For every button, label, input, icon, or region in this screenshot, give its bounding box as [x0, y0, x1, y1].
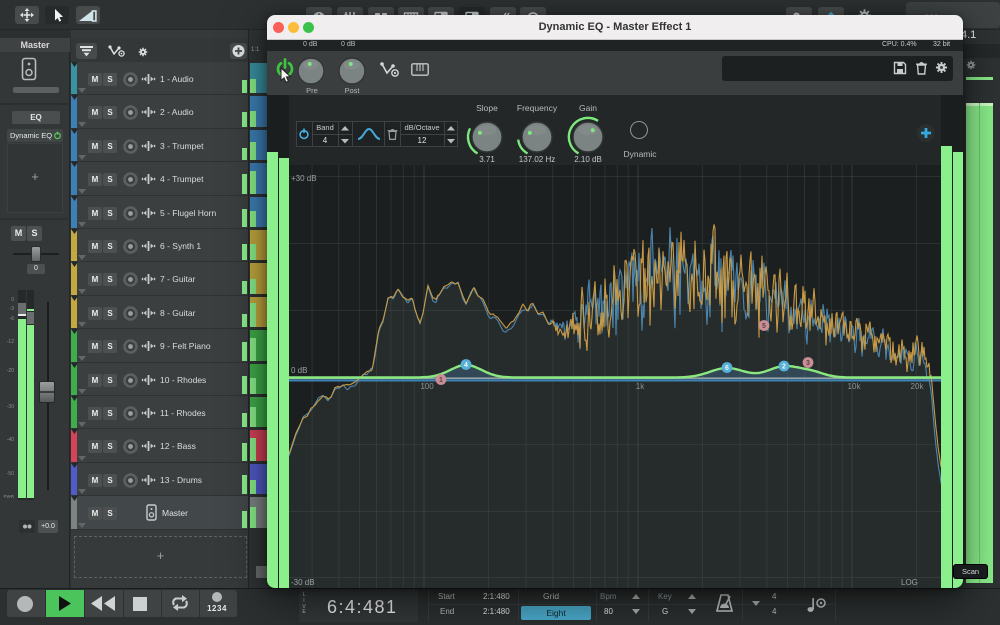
svg-text:1: 1	[439, 377, 443, 384]
svg-text:2: 2	[782, 364, 786, 371]
svg-text:5: 5	[762, 323, 766, 330]
svg-text:10k: 10k	[848, 382, 862, 391]
svg-text:-30 dB: -30 dB	[291, 578, 315, 587]
svg-text:1k: 1k	[636, 382, 645, 391]
svg-text:100: 100	[420, 382, 434, 391]
svg-text:4: 4	[464, 362, 468, 369]
svg-text:3: 3	[806, 360, 810, 367]
svg-text:6: 6	[725, 365, 729, 372]
svg-text:0 dB: 0 dB	[291, 366, 307, 375]
svg-text:LOG: LOG	[901, 578, 918, 587]
svg-text:+30 dB: +30 dB	[291, 174, 317, 183]
svg-text:20k: 20k	[911, 382, 925, 391]
